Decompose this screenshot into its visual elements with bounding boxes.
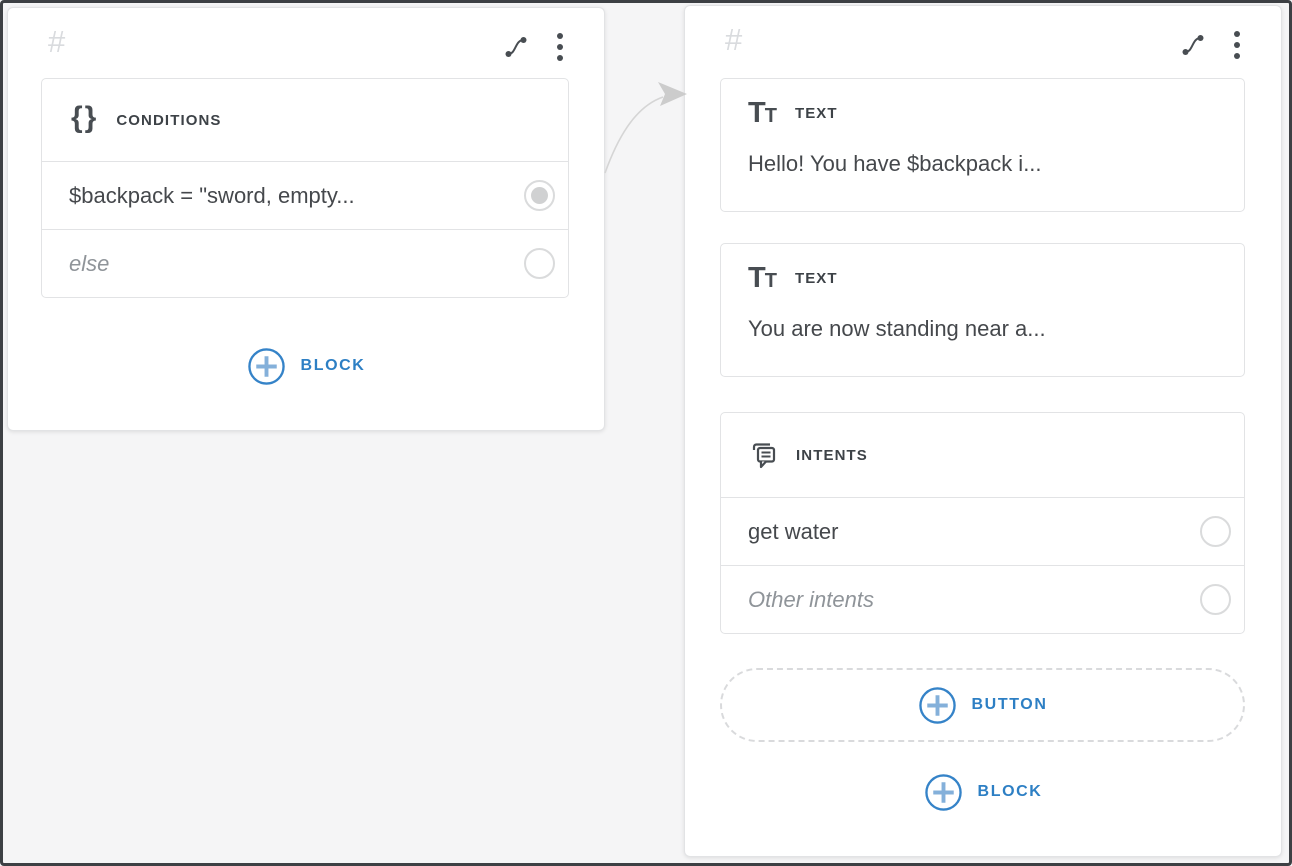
add-button-label: BUTTON	[972, 696, 1048, 714]
kebab-menu-icon[interactable]	[1233, 30, 1241, 60]
kebab-menu-icon[interactable]	[556, 32, 564, 62]
header-icons	[503, 32, 564, 62]
text-format-icon: TT	[748, 264, 777, 293]
add-block-label: BLOCK	[301, 357, 366, 375]
intents-widget-header: INTENTS	[721, 413, 1244, 497]
header-icons	[1180, 30, 1241, 60]
other-intents-row[interactable]: Other intents	[721, 565, 1244, 633]
screen-card-response[interactable]: # TT TEXT H	[684, 5, 1282, 857]
connect-icon[interactable]	[1180, 32, 1206, 58]
intents-widget[interactable]: INTENTS get water Other intents	[720, 412, 1245, 634]
condition-else-text: else	[69, 251, 109, 277]
conditions-widget[interactable]: {} CONDITIONS $backpack = "sword, empty.…	[41, 78, 569, 298]
add-button-button[interactable]: BUTTON	[720, 668, 1245, 742]
condition-row[interactable]: $backpack = "sword, empty...	[42, 161, 568, 229]
text-widget-1[interactable]: TT TEXT Hello! You have $backpack i...	[720, 78, 1245, 212]
text-widget-header: TT TEXT	[748, 264, 1224, 293]
intent-text: get water	[748, 519, 839, 545]
else-connection-port[interactable]	[524, 248, 555, 279]
add-button-inner: BUTTON	[918, 685, 1048, 725]
text-label: TEXT	[795, 270, 838, 287]
intent-row[interactable]: get water	[721, 497, 1244, 565]
condition-else-row[interactable]: else	[42, 229, 568, 297]
braces-icon: {}	[71, 103, 98, 133]
text-format-icon: TT	[748, 99, 777, 128]
add-block-button[interactable]: BLOCK	[924, 772, 1043, 812]
text-content: You are now standing near a...	[748, 316, 1224, 342]
plus-circle-icon	[918, 686, 957, 725]
intents-label: INTENTS	[796, 447, 868, 464]
screen-id-field[interactable]: #	[725, 22, 742, 57]
text-label: TEXT	[795, 105, 838, 122]
conditions-label: CONDITIONS	[116, 112, 221, 129]
speech-bubbles-icon	[750, 441, 778, 470]
other-intents-connection-port[interactable]	[1200, 584, 1231, 615]
plus-circle-icon	[924, 773, 963, 812]
connector-arrow	[597, 78, 697, 188]
intent-connection-port[interactable]	[1200, 516, 1231, 547]
screen-card-header: #	[685, 6, 1281, 58]
condition-text: $backpack = "sword, empty...	[69, 183, 355, 209]
text-widget-header: TT TEXT	[748, 99, 1224, 128]
plus-circle-icon	[247, 347, 286, 386]
screen-card-conditions[interactable]: # {} CONDITIONS $bac	[7, 7, 605, 431]
screen-id-field[interactable]: #	[48, 24, 65, 59]
conditions-widget-header: {} CONDITIONS	[42, 79, 568, 161]
screen-card-header: #	[8, 8, 604, 60]
condition-connection-port[interactable]	[524, 180, 555, 211]
text-widget-2[interactable]: TT TEXT You are now standing near a...	[720, 243, 1245, 377]
add-block-button[interactable]: BLOCK	[247, 346, 366, 386]
add-block-label: BLOCK	[978, 783, 1043, 801]
other-intents-text: Other intents	[748, 587, 874, 613]
text-content: Hello! You have $backpack i...	[748, 151, 1224, 177]
connect-icon[interactable]	[503, 34, 529, 60]
